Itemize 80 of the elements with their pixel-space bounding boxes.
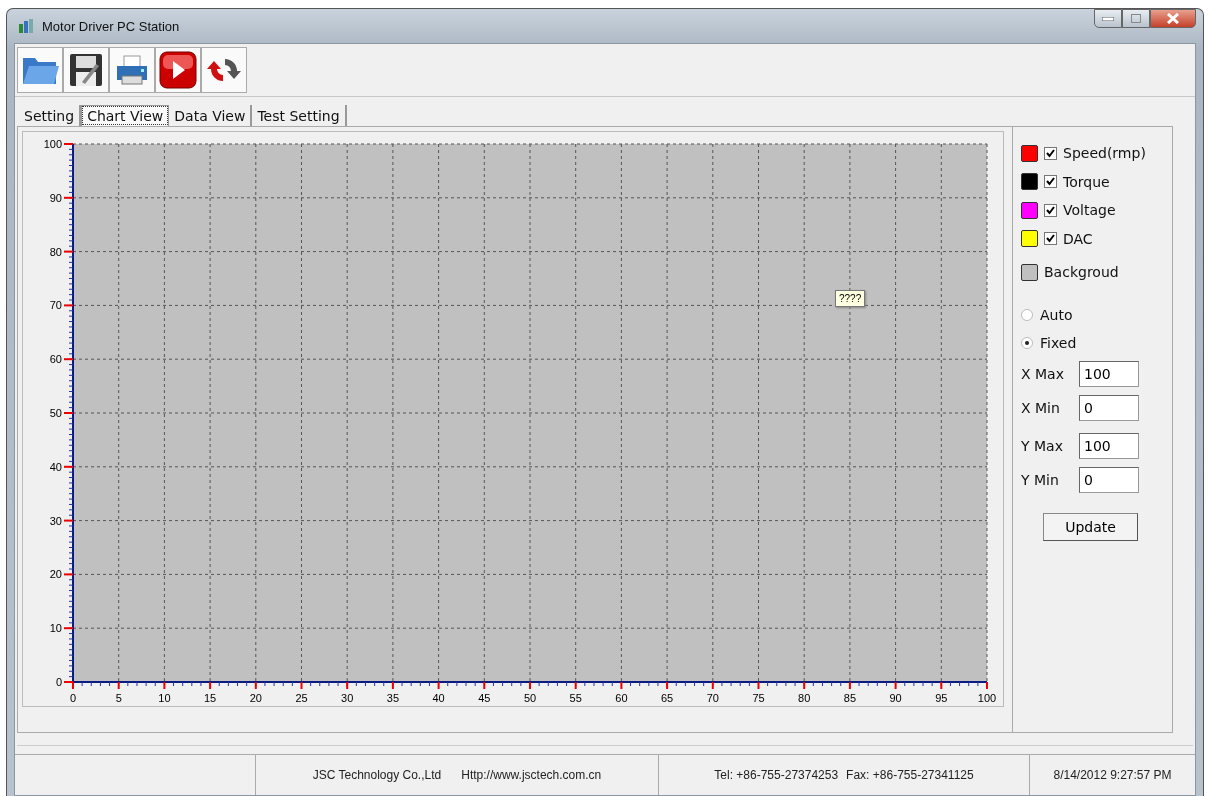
x-tick-label: 85 — [843, 692, 857, 704]
field-label: X Max — [1021, 366, 1065, 382]
field-label: Y Max — [1021, 438, 1064, 454]
radio-button[interactable]: Auto — [1021, 301, 1172, 329]
x-tick-label: 20 — [249, 692, 262, 704]
color-swatch[interactable] — [1021, 263, 1038, 281]
x-tick-label: 65 — [660, 692, 674, 704]
date-time: 8/14/2012 9:27:57 PM — [1053, 768, 1172, 782]
y-tick-label: 20 — [49, 568, 62, 581]
phone-number: Tel: +86-755-27374253 — [714, 768, 839, 782]
color-swatch[interactable] — [1021, 230, 1038, 248]
x-tick-label: 80 — [798, 692, 811, 704]
update-button[interactable]: Update — [1043, 513, 1138, 541]
play-icon — [159, 51, 197, 89]
x-tick-label: 40 — [432, 692, 445, 704]
x-tick-label: 90 — [889, 692, 902, 704]
x-tick-label: 25 — [295, 692, 308, 704]
radio-button[interactable]: Fixed — [1021, 329, 1172, 357]
y-tick-label: 10 — [49, 622, 62, 635]
toolbar-button[interactable] — [155, 47, 201, 93]
close-icon — [1167, 13, 1179, 24]
window-title: Motor Driver PC Station — [42, 18, 180, 34]
x-tick-label: 100 — [977, 692, 997, 704]
x-tick-label: 50 — [523, 692, 537, 704]
tab[interactable]: Chart View — [81, 105, 170, 126]
website-text: Http://www.jsctech.com.cn — [461, 768, 602, 782]
color-swatch[interactable] — [1021, 173, 1038, 191]
checkbox[interactable] — [1044, 232, 1057, 246]
color-swatch[interactable] — [1021, 201, 1038, 219]
x-tick-label: 10 — [158, 692, 171, 704]
y-tick-label: 90 — [49, 191, 62, 204]
legend-label: Speed(rmp) — [1063, 145, 1146, 162]
x-tick-label: 5 — [115, 692, 122, 704]
checkbox[interactable] — [1044, 175, 1057, 189]
legend-label: Torque — [1063, 173, 1110, 190]
field-label: Y Min — [1021, 472, 1060, 488]
minimize-icon — [1102, 16, 1114, 21]
tooltip: ???? — [835, 290, 866, 307]
x-tick-label: 70 — [706, 692, 719, 704]
input-field[interactable]: 0 — [1079, 467, 1139, 493]
x-tick-label: 15 — [204, 692, 217, 704]
toolbar-button[interactable] — [63, 47, 109, 93]
legend-label: DAC — [1063, 230, 1093, 247]
input-field[interactable]: 0 — [1079, 395, 1139, 421]
y-tick-label: 50 — [49, 407, 62, 419]
y-tick-label: 40 — [49, 460, 62, 473]
x-tick-label: 75 — [752, 692, 765, 704]
legend-label: Voltage — [1063, 202, 1116, 219]
x-tick-label: 60 — [615, 692, 628, 704]
y-tick-label: 0 — [55, 676, 62, 688]
x-tick-label: 55 — [569, 692, 582, 704]
y-tick-label: 30 — [49, 514, 62, 527]
input-field[interactable]: 100 — [1079, 433, 1139, 459]
y-tick-label: 60 — [49, 353, 62, 366]
minimize-button[interactable] — [1094, 9, 1122, 28]
x-tick-label: 0 — [69, 692, 77, 704]
tab[interactable]: Data View — [169, 105, 253, 126]
field-label: X Min — [1021, 400, 1061, 416]
app-icon — [18, 18, 34, 34]
maximize-icon — [1131, 14, 1141, 23]
y-tick-label: 80 — [49, 245, 62, 258]
close-button[interactable] — [1150, 9, 1196, 28]
maximize-button[interactable] — [1122, 9, 1150, 28]
y-tick-label: 70 — [49, 299, 62, 312]
company-name: JSC Technology Co.,Ltd — [312, 768, 442, 782]
legend-label: Backgroud — [1044, 264, 1119, 280]
toolbar-button[interactable] — [201, 47, 247, 93]
fax-number: Fax: +86-755-27341125 — [846, 768, 974, 782]
input-field[interactable]: 100 — [1079, 361, 1139, 387]
y-tick-label: 100 — [43, 138, 62, 150]
printer-icon — [114, 54, 150, 86]
x-tick-label: 30 — [341, 692, 354, 704]
color-swatch[interactable] — [1021, 144, 1038, 162]
tab[interactable]: Test Setting — [252, 105, 347, 126]
x-tick-label: 45 — [478, 692, 491, 704]
checkbox[interactable] — [1044, 203, 1057, 217]
x-tick-label: 95 — [935, 692, 948, 704]
x-tick-label: 35 — [386, 692, 399, 704]
toolbar-button[interactable] — [109, 47, 155, 93]
checkbox[interactable] — [1044, 146, 1057, 160]
